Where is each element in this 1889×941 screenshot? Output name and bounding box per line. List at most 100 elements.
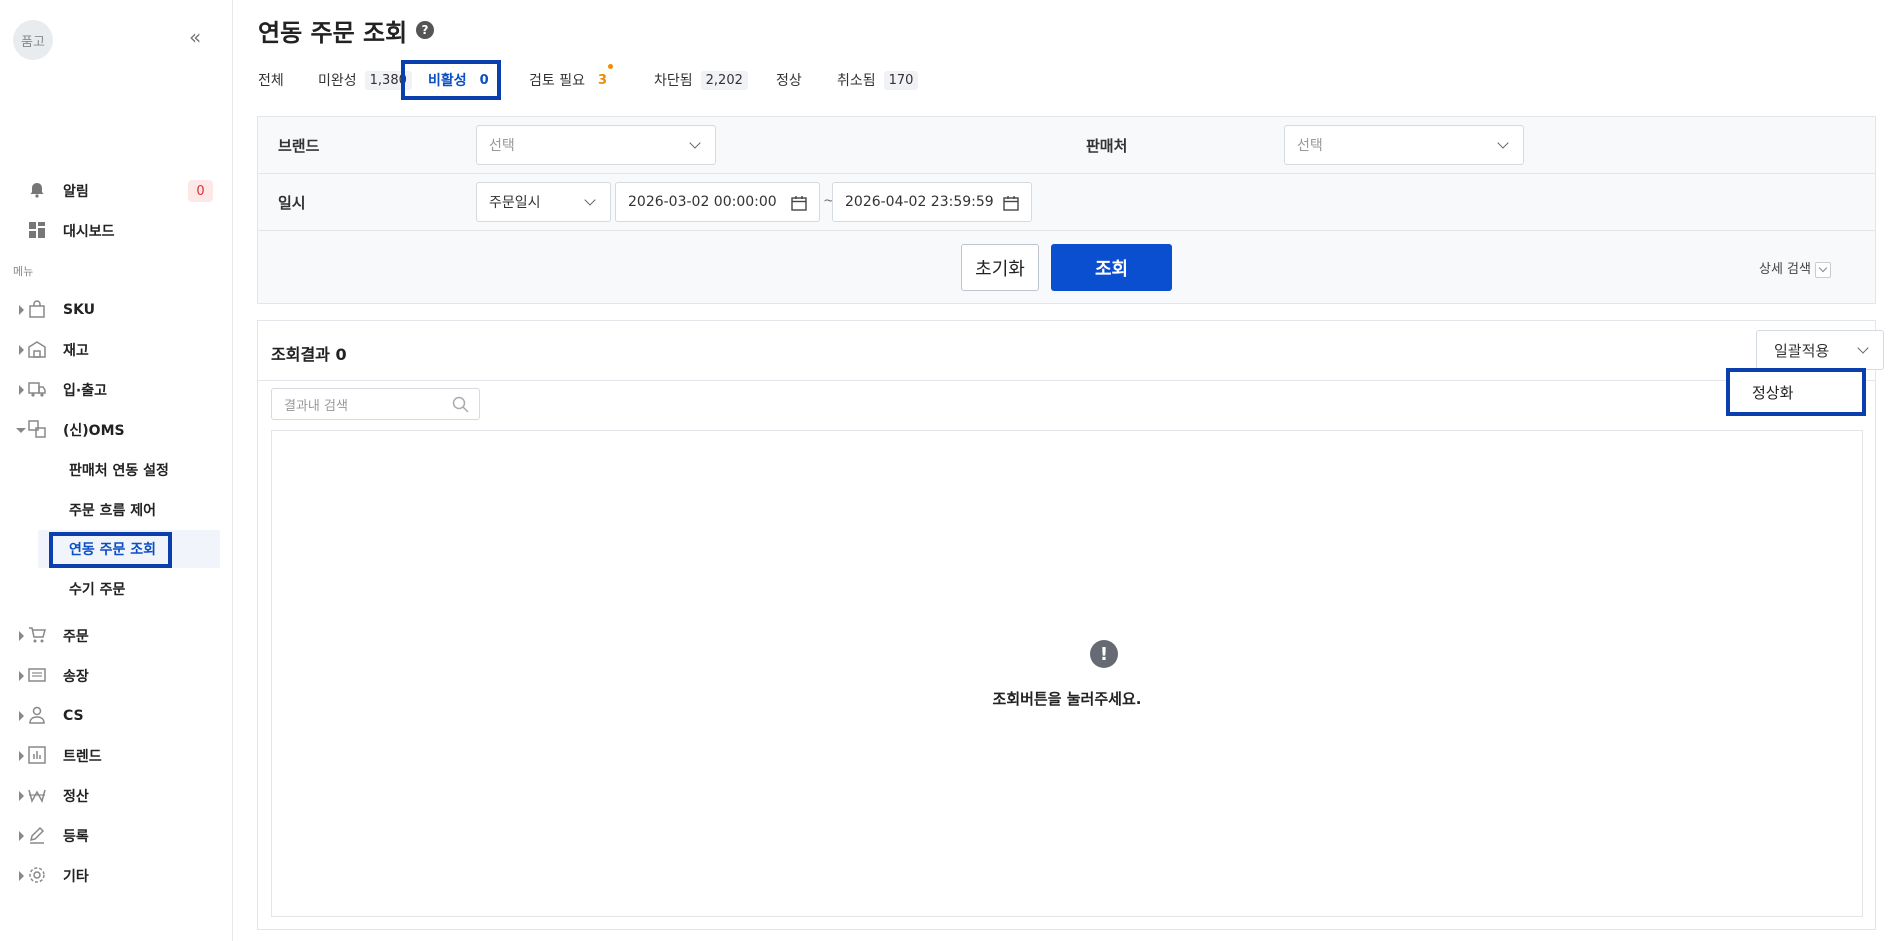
sidebar-item-label: 송장 — [63, 669, 89, 685]
sidebar-item-register[interactable]: 등록 — [0, 818, 232, 854]
sidebar-item-label: SKU — [63, 302, 96, 318]
search-icon — [452, 396, 469, 413]
expand-caret-icon — [19, 751, 24, 761]
sidebar-item-alerts[interactable]: 알림 0 — [0, 173, 232, 209]
result-search-input[interactable]: 결과내 검색 — [271, 388, 480, 420]
detail-search-toggle[interactable]: 상세 검색 — [1759, 258, 1831, 278]
sidebar-item-inventory[interactable]: 재고 — [0, 332, 232, 368]
tab-label: 비활성 — [428, 73, 467, 89]
sidebar-item-sku[interactable]: SKU — [0, 292, 232, 328]
date-type-select[interactable]: 주문일시 — [476, 182, 611, 222]
filter-panel: 브랜드 선택 판매처 선택 일시 주문일시 2026-03-02 00:00:0… — [257, 116, 1876, 304]
sidebar-subitem-linked-orders[interactable]: 연동 주문 조회 — [38, 530, 220, 568]
sidebar-item-label: 트렌드 — [63, 749, 102, 765]
main-content: 연동 주문 조회 ? 전체 미완성 1,380 비활성 0 검토 필요 3 차단… — [234, 0, 1889, 941]
calendar-icon[interactable] — [1003, 195, 1019, 211]
bell-icon — [30, 183, 44, 198]
sidebar-item-settlement[interactable]: 정산 — [0, 778, 232, 814]
brand-select-value: 선택 — [489, 138, 515, 154]
sidebar-subitem-manual-order[interactable]: 수기 주문 — [38, 570, 220, 608]
help-icon[interactable]: ? — [416, 21, 434, 39]
tab-count: 2,202 — [700, 70, 748, 90]
bag-icon — [29, 300, 45, 318]
bulk-apply-option-label: 정상화 — [1752, 383, 1794, 402]
tab-inactive[interactable]: 비활성 0 — [428, 62, 494, 98]
expand-caret-icon — [19, 671, 24, 681]
warehouse-icon — [28, 341, 46, 358]
date-to-input[interactable]: 2026-04-02 23:59:59 — [832, 182, 1032, 222]
search-button[interactable]: 조회 — [1051, 244, 1172, 291]
tab-count: 170 — [883, 70, 919, 90]
sidebar-item-label: 등록 — [63, 829, 89, 845]
sidebar-item-orders[interactable]: 주문 — [0, 618, 232, 654]
collapse-sidebar-icon[interactable]: « — [189, 27, 201, 47]
new-dot-icon — [608, 64, 613, 69]
sidebar-item-oms[interactable]: (신)OMS — [0, 412, 232, 448]
expand-caret-icon — [19, 385, 24, 395]
sync-icon — [28, 420, 46, 438]
seller-select[interactable]: 선택 — [1284, 125, 1524, 165]
sidebar-item-invoice[interactable]: 송장 — [0, 658, 232, 694]
sidebar: 품고 « 알림 0 대시보드 메뉴 SKU 재고 입·출고 (신)OMS 판매처… — [0, 0, 233, 941]
sidebar-subitem-seller-integration[interactable]: 판매처 연동 설정 — [38, 451, 220, 489]
sidebar-item-label: CS — [63, 708, 84, 724]
expand-caret-icon — [19, 711, 24, 721]
date-from-value: 2026-03-02 00:00:00 — [628, 194, 777, 210]
tab-normal[interactable]: 정상 — [776, 62, 802, 98]
tab-cancelled[interactable]: 취소됨 170 — [837, 62, 919, 98]
date-from-input[interactable]: 2026-03-02 00:00:00 — [615, 182, 820, 222]
calendar-icon[interactable] — [791, 195, 807, 211]
tab-all[interactable]: 전체 — [258, 62, 284, 98]
reset-button[interactable]: 초기화 — [961, 244, 1039, 291]
datetime-label: 일시 — [278, 194, 306, 212]
tab-needs-review[interactable]: 검토 필요 3 — [529, 62, 613, 98]
results-count-title: 조회결과 0 — [271, 345, 347, 364]
filter-row-brand: 브랜드 선택 판매처 선택 — [258, 117, 1875, 174]
expand-caret-icon — [19, 345, 24, 355]
sidebar-subitem-label: 판매처 연동 설정 — [69, 463, 169, 479]
sidebar-item-etc[interactable]: 기타 — [0, 858, 232, 894]
chevron-down-icon — [1857, 342, 1869, 354]
avatar[interactable]: 품고 — [13, 20, 53, 60]
chevron-down-icon — [1497, 137, 1509, 149]
dashboard-icon — [29, 222, 45, 238]
detail-search-label: 상세 검색 — [1759, 262, 1811, 277]
chevron-down-icon — [584, 194, 596, 206]
tab-blocked[interactable]: 차단됨 2,202 — [654, 62, 748, 98]
sidebar-item-label: 기타 — [63, 869, 89, 885]
tab-incomplete[interactable]: 미완성 1,380 — [318, 62, 412, 98]
tab-count: 3 — [597, 72, 608, 88]
sidebar-item-dashboard[interactable]: 대시보드 — [0, 213, 232, 249]
sidebar-item-label: 대시보드 — [63, 224, 115, 240]
collapse-caret-icon — [16, 428, 26, 433]
tab-label: 미완성 — [318, 73, 357, 89]
date-type-value: 주문일시 — [489, 195, 541, 211]
won-icon — [28, 789, 46, 803]
sidebar-item-label: 주문 — [63, 629, 89, 645]
sidebar-item-cs[interactable]: CS — [0, 698, 232, 734]
results-empty-area: ! 조회버튼을 눌러주세요. — [271, 430, 1863, 917]
brand-select[interactable]: 선택 — [476, 125, 716, 165]
sidebar-subitem-label: 수기 주문 — [69, 582, 126, 598]
seller-label: 판매처 — [1086, 137, 1128, 155]
tab-label: 차단됨 — [654, 73, 693, 89]
sidebar-item-inbound-outbound[interactable]: 입·출고 — [0, 372, 232, 408]
page-title: 연동 주문 조회 — [258, 19, 408, 47]
chevron-down-icon — [689, 137, 701, 149]
alert-icon: ! — [1090, 640, 1118, 668]
date-to-value: 2026-04-02 23:59:59 — [845, 194, 994, 210]
results-panel: 조회결과 0 일괄적용 결과내 검색 ! 조회버튼을 눌러주세요. — [257, 320, 1884, 930]
sidebar-item-trend[interactable]: 트렌드 — [0, 738, 232, 774]
bulk-apply-select[interactable]: 일괄적용 — [1756, 330, 1884, 370]
sidebar-subitem-label: 주문 흐름 제어 — [69, 503, 157, 519]
expand-caret-icon — [19, 305, 24, 315]
bulk-apply-option-normalize[interactable]: 정상화 — [1726, 368, 1866, 416]
expand-caret-icon — [19, 871, 24, 881]
bulk-apply-label: 일괄적용 — [1774, 341, 1830, 360]
menu-section-label: 메뉴 — [13, 265, 34, 278]
sidebar-subitem-order-flow[interactable]: 주문 흐름 제어 — [38, 491, 220, 529]
invoice-icon — [28, 668, 46, 682]
expand-caret-icon — [19, 791, 24, 801]
tab-label: 정상 — [776, 73, 802, 89]
sidebar-item-label: 재고 — [63, 343, 89, 359]
